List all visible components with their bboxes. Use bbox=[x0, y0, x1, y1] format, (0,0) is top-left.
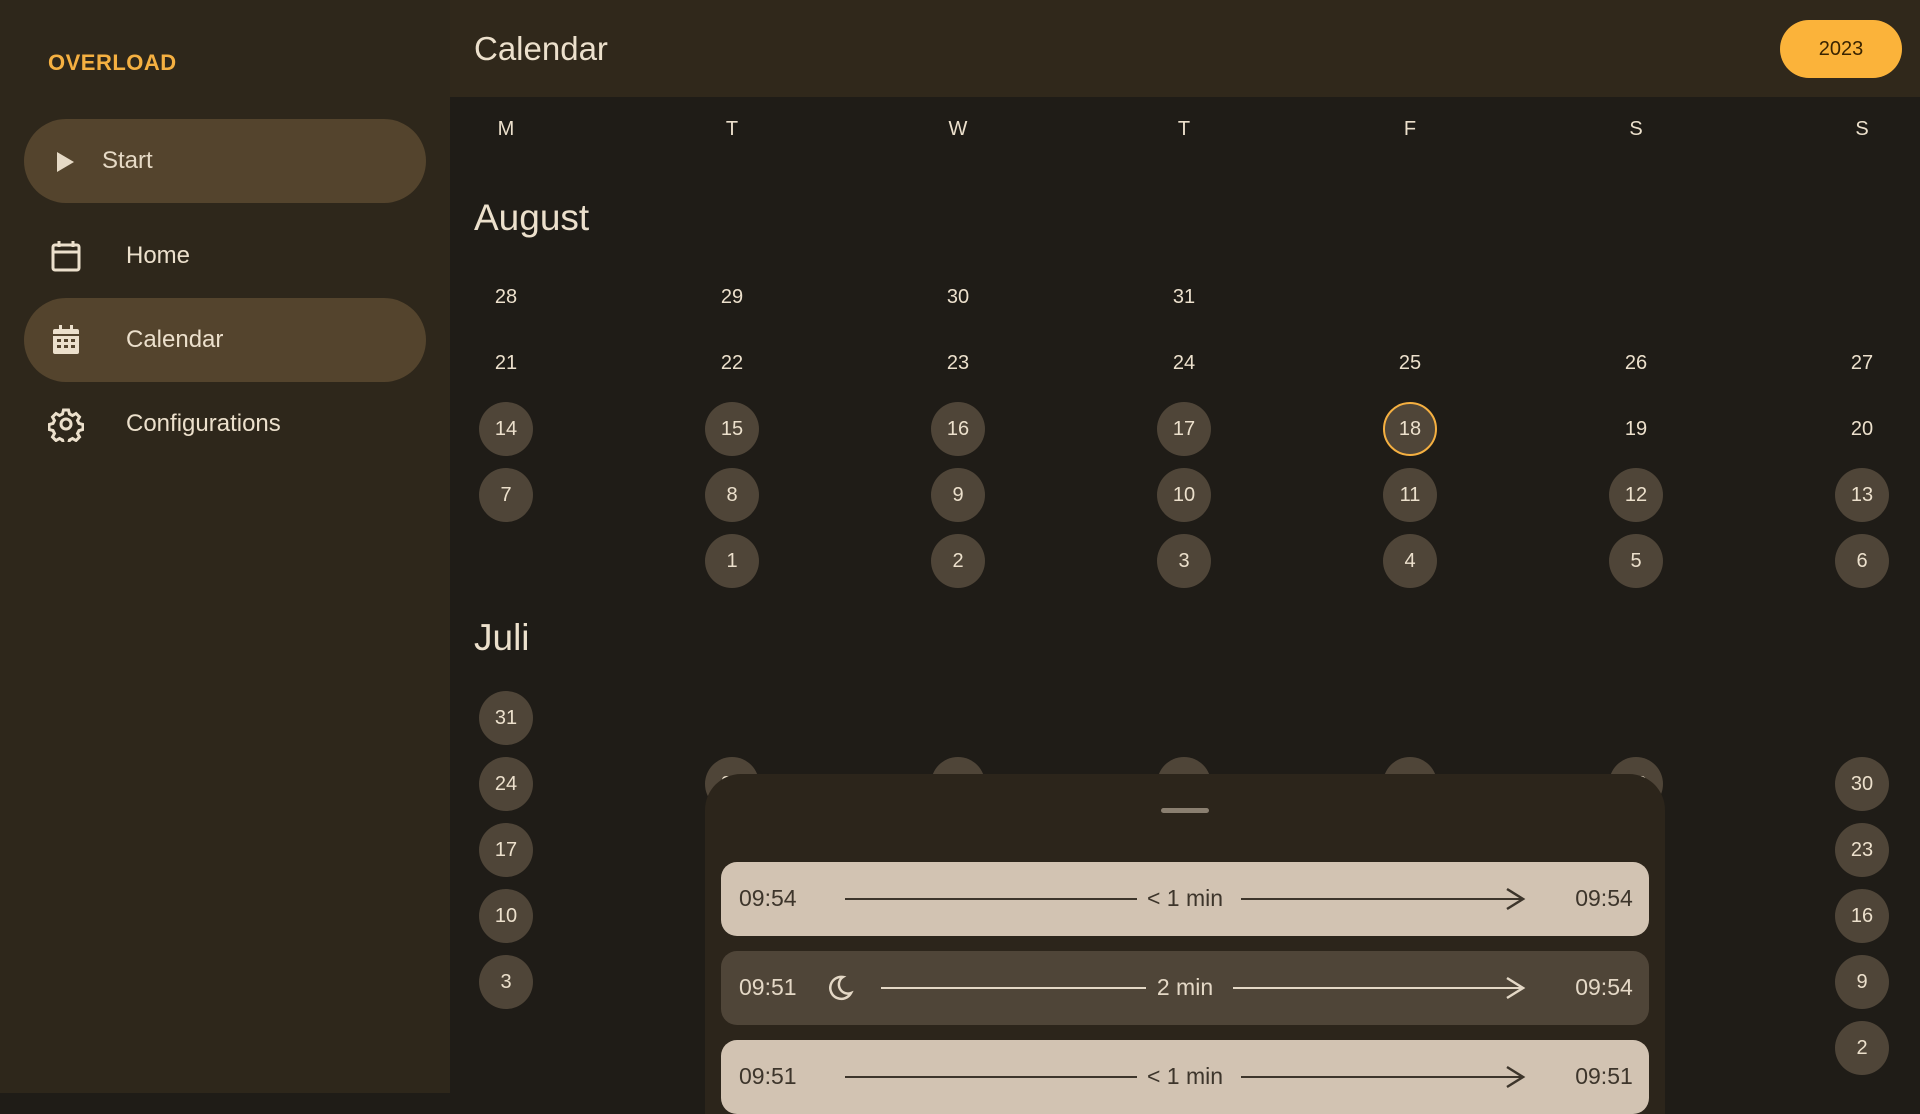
sidebar-item-configurations[interactable]: Configurations bbox=[24, 382, 426, 466]
app-brand: OVERLOAD bbox=[48, 50, 177, 75]
day-cell[interactable]: 8 bbox=[705, 468, 759, 522]
bottom-sheet[interactable]: 09:54 < 1 min 09:54 09:51 2 min 09:54 09:51 < 1… bbox=[705, 774, 1665, 1114]
day-cell[interactable]: 29 bbox=[705, 270, 759, 324]
day-cell[interactable]: 10 bbox=[479, 889, 533, 943]
day-cell[interactable]: 30 bbox=[1835, 757, 1889, 811]
day-cell[interactable]: 26 bbox=[1609, 336, 1663, 390]
weekday-label: S bbox=[1629, 118, 1643, 140]
top-app-bar: Calendar 2023 bbox=[450, 0, 1920, 97]
day-cell[interactable]: 3 bbox=[479, 955, 533, 1009]
timeline-line bbox=[1241, 1076, 1521, 1078]
sidebar-item-label: Calendar bbox=[126, 326, 224, 353]
month-title: August bbox=[474, 197, 590, 238]
day-cell[interactable]: 2 bbox=[931, 534, 985, 588]
sidebar-item-label: Configurations bbox=[126, 410, 281, 437]
day-cell[interactable]: 9 bbox=[1835, 955, 1889, 1009]
calendar-outline-icon bbox=[51, 241, 81, 272]
day-cell[interactable]: 25 bbox=[1383, 336, 1437, 390]
weekday-label: M bbox=[497, 118, 515, 140]
session-end-time: 09:54 bbox=[1575, 974, 1633, 1000]
day-cell[interactable]: 2 bbox=[1835, 1021, 1889, 1075]
arrow-right-icon bbox=[1506, 1065, 1526, 1089]
day-cell[interactable]: 24 bbox=[1157, 336, 1211, 390]
day-cell[interactable]: 22 bbox=[705, 336, 759, 390]
day-cell[interactable]: 24 bbox=[479, 757, 533, 811]
page-title: Calendar bbox=[474, 30, 608, 67]
sidebar-item-home[interactable]: Home bbox=[24, 214, 426, 298]
day-cell[interactable]: 3 bbox=[1157, 534, 1211, 588]
year-button[interactable]: 2023 bbox=[1780, 20, 1902, 78]
gear-icon bbox=[48, 408, 84, 442]
day-cell[interactable]: 30 bbox=[931, 270, 985, 324]
day-cell[interactable]: 7 bbox=[479, 468, 533, 522]
timeline-line bbox=[1241, 898, 1521, 900]
day-cell[interactable]: 19 bbox=[1609, 402, 1663, 456]
session-entry[interactable]: 09:51 2 min 09:54 bbox=[721, 951, 1649, 1025]
session-end-time: 09:54 bbox=[1575, 885, 1633, 911]
day-cell[interactable]: 17 bbox=[1157, 402, 1211, 456]
day-cell-today[interactable]: 18 bbox=[1383, 402, 1437, 456]
weekday-label: F bbox=[1403, 118, 1417, 140]
day-cell[interactable]: 14 bbox=[479, 402, 533, 456]
day-cell[interactable]: 21 bbox=[479, 336, 533, 390]
session-end-time: 09:51 bbox=[1575, 1063, 1633, 1089]
day-cell[interactable]: 27 bbox=[1835, 336, 1889, 390]
play-icon bbox=[57, 152, 74, 172]
drag-handle[interactable] bbox=[1161, 808, 1209, 813]
day-cell[interactable]: 9 bbox=[931, 468, 985, 522]
day-cell[interactable]: 23 bbox=[1835, 823, 1889, 877]
timeline-line bbox=[1233, 987, 1521, 989]
day-cell[interactable]: 13 bbox=[1835, 468, 1889, 522]
day-cell[interactable]: 4 bbox=[1383, 534, 1437, 588]
day-cell[interactable]: 31 bbox=[1157, 270, 1211, 324]
arrow-right-icon bbox=[1506, 976, 1526, 1000]
day-cell[interactable]: 12 bbox=[1609, 468, 1663, 522]
day-cell[interactable]: 1 bbox=[705, 534, 759, 588]
navigation-drawer: OVERLOAD Start Home Calendar Configurati… bbox=[0, 0, 450, 1093]
day-cell[interactable]: 6 bbox=[1835, 534, 1889, 588]
day-cell[interactable]: 10 bbox=[1157, 468, 1211, 522]
start-button[interactable]: Start bbox=[24, 119, 426, 203]
day-cell[interactable]: 16 bbox=[931, 402, 985, 456]
start-label: Start bbox=[102, 147, 153, 174]
weekday-label: W bbox=[948, 118, 968, 140]
day-cell[interactable]: 11 bbox=[1383, 468, 1437, 522]
sidebar-item-calendar[interactable]: Calendar bbox=[24, 298, 426, 382]
day-cell[interactable]: 31 bbox=[479, 691, 533, 745]
day-cell[interactable]: 28 bbox=[479, 270, 533, 324]
weekday-label: T bbox=[1177, 118, 1191, 140]
day-cell[interactable]: 5 bbox=[1609, 534, 1663, 588]
day-cell[interactable]: 23 bbox=[931, 336, 985, 390]
day-cell[interactable]: 17 bbox=[479, 823, 533, 877]
weekday-label: T bbox=[725, 118, 739, 140]
calendar-month-icon bbox=[53, 325, 79, 354]
weekday-label: S bbox=[1855, 118, 1869, 140]
day-cell[interactable]: 15 bbox=[705, 402, 759, 456]
sidebar-item-label: Home bbox=[126, 242, 191, 269]
day-cell[interactable]: 16 bbox=[1835, 889, 1889, 943]
arrow-right-icon bbox=[1506, 887, 1526, 911]
month-title: Juli bbox=[474, 617, 530, 658]
session-entry[interactable]: 09:51 < 1 min 09:51 bbox=[721, 1040, 1649, 1114]
session-entry[interactable]: 09:54 < 1 min 09:54 bbox=[721, 862, 1649, 936]
day-cell[interactable]: 20 bbox=[1835, 402, 1889, 456]
